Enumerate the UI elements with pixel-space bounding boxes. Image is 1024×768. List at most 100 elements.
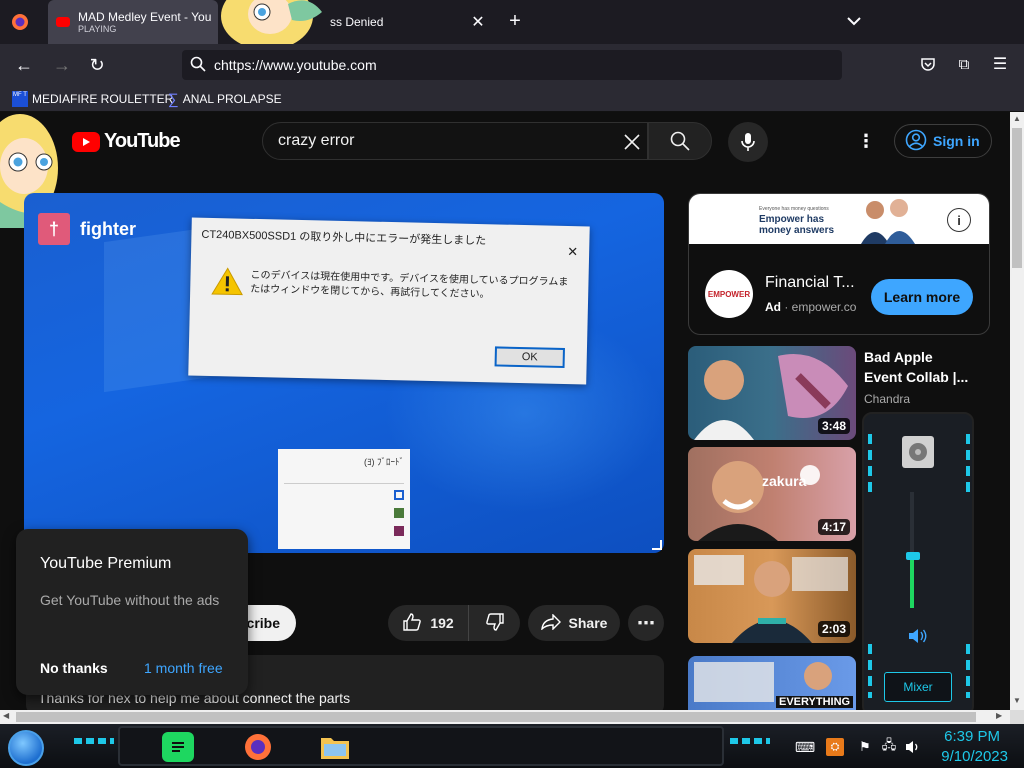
bookmark-sigma-icon: ∑ (168, 90, 179, 108)
volume-slider-track[interactable] (910, 492, 914, 608)
ad-card[interactable]: Everyone has money questions Empower has… (688, 193, 990, 335)
mirrored-window-row (284, 508, 404, 518)
ad-meta: Ad · empower.co (765, 300, 857, 314)
flag-icon[interactable]: ⚑ (856, 738, 874, 756)
clock-date[interactable]: 9/10/2023 (934, 748, 1008, 765)
tab-access-denied[interactable]: ss Denied (330, 0, 490, 44)
ad-people-image (857, 196, 919, 244)
youtube-wordmark: YouTube (104, 130, 181, 152)
volume-slider-thumb[interactable] (906, 551, 920, 560)
scroll-left-arrow-icon[interactable]: ◀ (3, 711, 9, 720)
related-channel-1[interactable]: Chandra (864, 392, 910, 406)
ad-banner-line3: money answers (759, 225, 835, 236)
video-channel-name: fighter (80, 218, 136, 239)
youtube-logo[interactable]: YouTube (72, 130, 181, 153)
mixer-button[interactable]: Mixer (884, 672, 952, 702)
firefox-taskbar-icon[interactable] (240, 730, 276, 764)
pocket-icon[interactable] (918, 54, 938, 74)
bookmark-mediafire-label: MEDIAFIRE ROULETTER (32, 92, 174, 106)
speaker-icon[interactable] (906, 626, 930, 646)
clock-time[interactable]: 6:39 PM (940, 728, 1000, 745)
notes-app-icon[interactable] (162, 732, 194, 762)
dislike-button[interactable] (468, 605, 520, 641)
dialog-ok-button: OK (494, 346, 565, 368)
error-dialog: CT240BX500SSD1 の取り外し中にエラーが発生しました ✕ このデバイ… (188, 217, 590, 385)
ad-banner-line2: Empower has (759, 214, 825, 225)
dialog-close-icon: ✕ (566, 244, 579, 260)
tab-access-denied-title: ss Denied (330, 15, 384, 29)
sign-in-label: Sign in (933, 133, 980, 149)
horizontal-scroll-thumb[interactable] (16, 712, 976, 722)
tab-strip: MAD Medley Event - You PLAYING ss Denied… (0, 0, 1024, 50)
related-thumbnail-3[interactable]: 2:03 (688, 549, 856, 643)
back-icon[interactable]: ← (12, 54, 36, 76)
related-title-1[interactable]: Bad Apple Event Collab |... (864, 347, 984, 387)
more-actions-button[interactable]: ⋯ (628, 605, 664, 641)
vertical-scrollbar[interactable]: ▲ ▼ (1010, 112, 1024, 710)
scroll-down-arrow-icon[interactable]: ▼ (1013, 696, 1021, 705)
related-title-line1: Bad Apple (864, 349, 933, 365)
thumbs-up-icon (402, 612, 422, 635)
tab-youtube[interactable]: MAD Medley Event - You PLAYING (48, 0, 218, 44)
sign-in-button[interactable]: Sign in (894, 124, 992, 158)
file-explorer-icon[interactable] (318, 732, 352, 762)
youtube-search-button[interactable] (648, 122, 712, 160)
menu-icon[interactable]: ☰ (990, 54, 1010, 74)
new-tab-icon[interactable]: + (504, 10, 526, 32)
mirrored-window-title: (ﾖ) ﾌﾞﾛｰﾄﾞ (364, 457, 404, 467)
related-thumbnail-2[interactable]: zakura 4:17 (688, 447, 856, 541)
mirrored-window-row (284, 526, 404, 536)
device-icon (902, 436, 934, 468)
taskbar: ⌨ ⛭ ⚑ 🖧 6:39 PM 9/10/2023 (0, 724, 1024, 768)
taskbar-led-left (74, 738, 114, 744)
related-title-line2: Event Collab |... (864, 369, 969, 385)
bookmark-two[interactable]: ∑ ANAL PROLAPSE (168, 88, 282, 110)
premium-desc: Get YouTube without the ads (40, 592, 220, 608)
vertical-scroll-thumb[interactable] (1012, 128, 1022, 268)
related-thumbnail-4[interactable]: EVERYTHING (688, 656, 856, 710)
like-button[interactable]: 192 (388, 605, 468, 641)
start-button[interactable] (8, 730, 44, 766)
scroll-right-arrow-icon[interactable]: ▶ (996, 711, 1002, 720)
tab-youtube-status: PLAYING (78, 24, 117, 34)
bookmark-mediafire[interactable]: MF T MEDIAFIRE ROULETTER (12, 88, 173, 110)
volume-mixer-widget[interactable]: Mixer (862, 412, 974, 716)
share-button[interactable]: Share (528, 605, 620, 641)
premium-title: YouTube Premium (40, 555, 172, 572)
one-month-free-button[interactable]: 1 month free (144, 660, 223, 676)
scroll-up-arrow-icon[interactable]: ▲ (1013, 114, 1021, 123)
tab-close-icon[interactable]: ✕ (468, 12, 488, 32)
thumbs-down-icon (485, 612, 505, 635)
related-thumbnail-1[interactable]: 3:48 (688, 346, 856, 440)
firefox-icon[interactable] (10, 12, 30, 32)
thumb-overlay-text: zakura (762, 473, 807, 489)
premium-popup: YouTube Premium Get YouTube without the … (16, 529, 248, 695)
reload-icon[interactable]: ↻ (86, 54, 108, 76)
keyboard-icon[interactable]: ⌨ (794, 738, 816, 756)
extensions-icon[interactable]: ⧉ (954, 54, 974, 74)
url-text: chttps://www.youtube.com (214, 57, 377, 73)
video-channel-overlay: † fighter (38, 213, 136, 245)
thumb-overlay-text: EVERYTHING (776, 696, 854, 708)
list-tabs-chevron-icon[interactable] (844, 10, 864, 32)
forward-icon: → (53, 54, 71, 75)
learn-more-button[interactable]: Learn more (871, 279, 973, 315)
volume-tray-icon[interactable] (904, 738, 922, 756)
network-icon[interactable]: 🖧 (880, 737, 898, 756)
no-thanks-button[interactable]: No thanks (40, 660, 108, 676)
youtube-search-input[interactable]: crazy error (262, 122, 648, 160)
volume-slider-fill (910, 555, 914, 608)
ad-banner: Everyone has money questions Empower has… (689, 194, 989, 244)
warning-icon (210, 266, 245, 302)
clear-search-icon[interactable] (620, 130, 644, 154)
horizontal-scrollbar[interactable]: ◀ ▶ (0, 710, 1010, 724)
url-bar[interactable]: chttps://www.youtube.com (182, 50, 842, 80)
ad-info-icon[interactable]: i (947, 208, 971, 232)
mic-icon[interactable] (728, 122, 768, 162)
share-icon (540, 612, 561, 633)
youtube-play-icon (72, 131, 100, 152)
mirrored-window: (ﾖ) ﾌﾞﾛｰﾄﾞ (278, 449, 410, 549)
fullscreen-icon[interactable] (652, 540, 662, 550)
more-options-icon[interactable]: ⋮ (856, 130, 876, 152)
tray-app-icon[interactable]: ⛭ (826, 738, 844, 756)
